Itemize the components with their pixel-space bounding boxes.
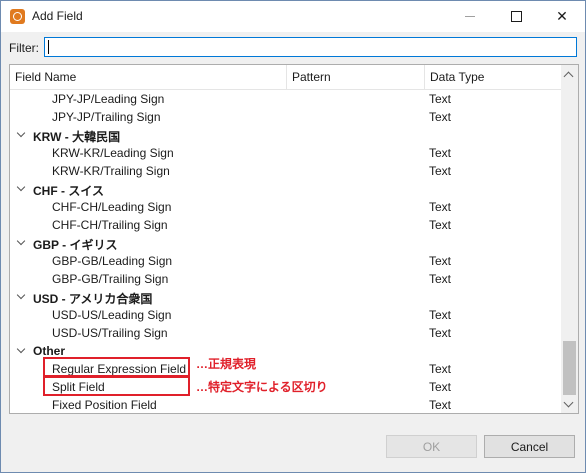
list-item[interactable]: GBP-GB/Trailing Sign Text — [10, 270, 561, 288]
annotation-regex: …正規表現 — [196, 357, 257, 371]
group-row[interactable]: KRW - 大韓民国 — [10, 126, 561, 144]
column-header-data-type[interactable]: Data Type — [430, 70, 484, 84]
group-row[interactable]: CHF - スイス — [10, 180, 561, 198]
list-item[interactable]: USD-US/Trailing Sign Text — [10, 324, 561, 342]
list-item[interactable]: KRW-KR/Leading Sign Text — [10, 144, 561, 162]
chevron-down-icon[interactable] — [16, 182, 26, 192]
column-separator[interactable] — [424, 65, 425, 89]
field-data-type: Text — [429, 146, 452, 160]
chevron-down-icon[interactable] — [16, 290, 26, 300]
field-data-type: Text — [429, 254, 452, 268]
field-data-type: Text — [429, 326, 452, 340]
ok-button[interactable]: OK — [386, 435, 477, 458]
close-icon: ✕ — [556, 8, 568, 24]
field-data-type: Text — [429, 200, 452, 214]
list-item[interactable]: GBP-GB/Leading Sign Text — [10, 252, 561, 270]
group-label: USD - アメリカ合衆国 — [33, 292, 153, 306]
field-name: CHF-CH/Trailing Sign — [52, 218, 168, 232]
field-data-type: Text — [429, 362, 452, 376]
field-name: KRW-KR/Leading Sign — [52, 146, 174, 160]
field-name: KRW-KR/Trailing Sign — [52, 164, 170, 178]
group-row[interactable]: GBP - イギリス — [10, 234, 561, 252]
vertical-scrollbar[interactable] — [561, 65, 578, 413]
chevron-down-icon[interactable] — [16, 344, 26, 354]
app-logo-icon — [10, 9, 25, 24]
field-data-type: Text — [429, 398, 452, 412]
list-item[interactable]: CHF-CH/Leading Sign Text — [10, 198, 561, 216]
field-data-type: Text — [429, 110, 452, 124]
field-name: JPY-JP/Trailing Sign — [52, 110, 161, 124]
group-row[interactable]: USD - アメリカ合衆国 — [10, 288, 561, 306]
group-label: KRW - 大韓民国 — [33, 130, 121, 144]
filter-input[interactable] — [44, 37, 577, 57]
field-data-type: Text — [429, 308, 452, 322]
column-header-pattern[interactable]: Pattern — [292, 70, 331, 84]
scroll-down-icon[interactable] — [563, 397, 574, 408]
list-item[interactable]: USD-US/Leading Sign Text — [10, 306, 561, 324]
maximize-button[interactable] — [493, 1, 539, 32]
field-name: JPY-JP/Leading Sign — [52, 92, 165, 106]
field-data-type: Text — [429, 272, 452, 286]
window-title: Add Field — [32, 9, 83, 23]
scroll-thumb[interactable] — [563, 341, 576, 395]
list-header: Field Name Pattern Data Type — [10, 65, 561, 90]
field-data-type: Text — [429, 380, 452, 394]
list-item[interactable]: KRW-KR/Trailing Sign Text — [10, 162, 561, 180]
group-label: GBP - イギリス — [33, 238, 118, 252]
maximize-icon — [510, 11, 522, 22]
minimize-button[interactable] — [447, 1, 493, 32]
list-item[interactable]: CHF-CH/Trailing Sign Text — [10, 216, 561, 234]
title-bar: Add Field ✕ — [1, 1, 585, 32]
column-header-field-name[interactable]: Field Name — [15, 70, 76, 84]
field-name: USD-US/Trailing Sign — [52, 326, 168, 340]
scroll-up-icon[interactable] — [563, 71, 574, 82]
field-name: USD-US/Leading Sign — [52, 308, 172, 322]
annotation-split: …特定文字による区切り — [196, 380, 328, 394]
add-field-dialog: Add Field ✕ Filter: Field Name Pattern D… — [0, 0, 586, 473]
filter-label: Filter: — [9, 41, 39, 55]
chevron-down-icon[interactable] — [16, 236, 26, 246]
field-name: GBP-GB/Leading Sign — [52, 254, 173, 268]
field-data-type: Text — [429, 218, 452, 232]
list-item[interactable]: Fixed Position Field Text — [10, 396, 561, 413]
cancel-button[interactable]: Cancel — [484, 435, 575, 458]
minimize-icon — [465, 16, 475, 17]
highlight-box-split — [43, 375, 190, 396]
field-name: Fixed Position Field — [52, 398, 157, 412]
chevron-down-icon[interactable] — [16, 128, 26, 138]
field-data-type: Text — [429, 164, 452, 178]
list-item[interactable]: JPY-JP/Trailing Sign Text — [10, 108, 561, 126]
field-name: GBP-GB/Trailing Sign — [52, 272, 169, 286]
text-caret — [48, 40, 49, 54]
group-label: Other — [33, 344, 66, 358]
column-separator[interactable] — [286, 65, 287, 89]
field-name: CHF-CH/Leading Sign — [52, 200, 172, 214]
field-data-type: Text — [429, 92, 452, 106]
group-label: CHF - スイス — [33, 184, 104, 198]
list-item[interactable]: JPY-JP/Leading Sign Text — [10, 90, 561, 108]
close-button[interactable]: ✕ — [539, 1, 585, 32]
